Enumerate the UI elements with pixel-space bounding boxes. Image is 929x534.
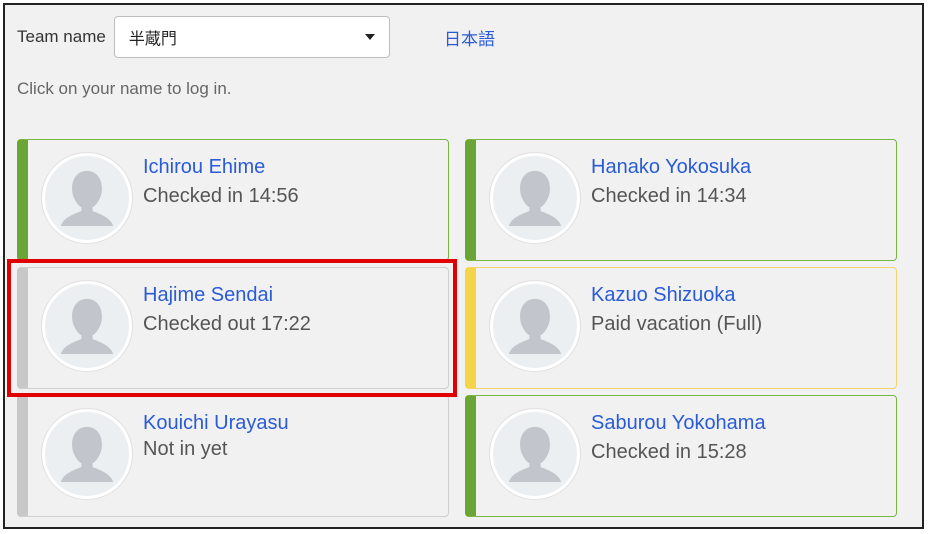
- team-name-select[interactable]: 半蔵門: [113, 16, 390, 58]
- member-card[interactable]: Hajime Sendai Checked out 17:22: [17, 267, 449, 389]
- user-silhouette-icon: [508, 426, 562, 482]
- user-silhouette-icon: [508, 170, 562, 226]
- login-panel: Team name 半蔵門 日本語 Click on your name to …: [3, 3, 924, 529]
- chevron-down-icon: [364, 34, 375, 40]
- member-status: Checked in 14:56: [143, 185, 299, 207]
- team-name-value: 半蔵門: [128, 31, 177, 48]
- team-name-label: Team name: [17, 27, 106, 46]
- member-card[interactable]: Saburou Yokohama Checked in 15:28: [465, 395, 897, 517]
- avatar: [42, 153, 132, 243]
- member-card[interactable]: Ichirou Ehime Checked in 14:56: [17, 139, 449, 261]
- avatar: [42, 281, 132, 371]
- member-card[interactable]: Kouichi Urayasu Not in yet: [17, 395, 449, 517]
- user-silhouette-icon: [60, 298, 114, 354]
- member-status: Paid vacation (Full): [591, 313, 763, 335]
- user-silhouette-icon: [60, 426, 114, 482]
- member-status: Checked out 17:22: [143, 313, 311, 335]
- member-status: Checked in 14:34: [591, 185, 747, 207]
- member-name: Saburou Yokohama: [591, 412, 766, 434]
- member-name: Kazuo Shizuoka: [591, 284, 736, 306]
- user-silhouette-icon: [508, 298, 562, 354]
- avatar: [42, 409, 132, 499]
- login-hint: Click on your name to log in.: [17, 79, 232, 98]
- member-status: Not in yet: [143, 438, 228, 460]
- member-status: Checked in 15:28: [591, 441, 747, 463]
- language-link[interactable]: 日本語: [444, 25, 495, 50]
- member-name: Hanako Yokosuka: [591, 156, 752, 178]
- member-name: Ichirou Ehime: [143, 156, 266, 178]
- member-name: Hajime Sendai: [143, 284, 274, 306]
- member-name: Kouichi Urayasu: [143, 412, 289, 434]
- team-toolbar: Team name 半蔵門: [17, 15, 390, 59]
- user-silhouette-icon: [60, 170, 114, 226]
- avatar: [490, 281, 580, 371]
- avatar: [490, 153, 580, 243]
- member-card[interactable]: Kazuo Shizuoka Paid vacation (Full): [465, 267, 897, 389]
- avatar: [490, 409, 580, 499]
- member-card[interactable]: Hanako Yokosuka Checked in 14:34: [465, 139, 897, 261]
